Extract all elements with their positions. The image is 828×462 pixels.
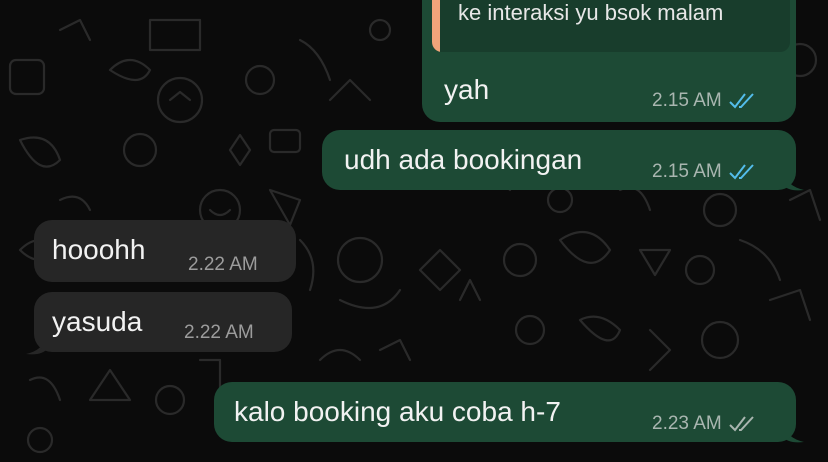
message-text: yah [444,74,490,105]
message-bubble-outgoing[interactable]: udh ada bookingan 2.15 AM [322,130,796,190]
message-bubble-incoming[interactable]: yasuda 2.22 AM [34,292,292,352]
message-time: 2.22 AM [188,254,258,275]
message-bubble-incoming[interactable]: hooohh 2.22 AM [34,220,296,282]
message-meta: 2.22 AM [184,322,254,344]
message-text: udh ada bookingan [344,144,583,175]
double-check-icon [729,164,754,180]
quoted-reply[interactable]: ke interaksi yu bsok malam [432,0,790,52]
message-time: 2.22 AM [184,322,254,343]
message-time: 2.15 AM [652,161,722,182]
message-meta: 2.23 AM [652,413,756,435]
message-meta: 2.15 AM [652,161,756,183]
double-check-icon [729,93,754,109]
double-check-icon [729,416,754,432]
message-bubble-outgoing[interactable]: kalo booking aku coba h-7 2.23 AM [214,382,796,442]
quoted-reply-text: ke interaksi yu bsok malam [458,0,724,25]
message-text: kalo booking aku coba h-7 [234,396,561,427]
message-text: yasuda [52,306,143,337]
message-time: 2.23 AM [652,413,722,434]
message-meta: 2.22 AM [188,254,258,276]
quote-accent-bar [432,0,440,52]
message-time: 2.15 AM [652,90,722,111]
message-text: hooohh [52,234,146,265]
message-meta: 2.15 AM [652,90,756,112]
